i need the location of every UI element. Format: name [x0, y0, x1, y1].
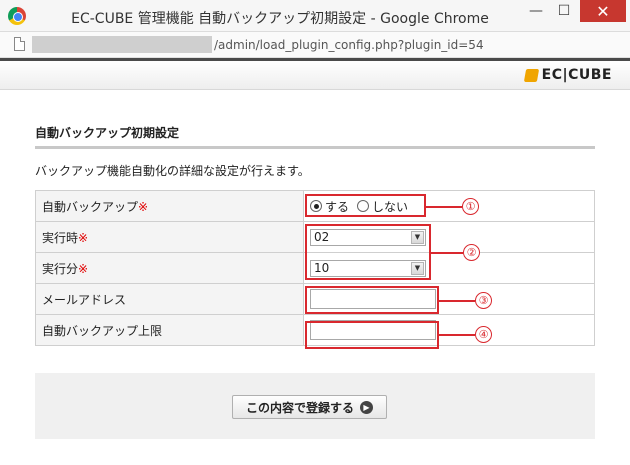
label-email: メールアドレス	[42, 292, 127, 307]
minute-select[interactable]: 10 ▼	[310, 259, 426, 277]
submit-button[interactable]: この内容で登録する ▶	[232, 395, 387, 419]
annotation-number-1: ①	[462, 198, 479, 215]
backup-limit-field[interactable]	[310, 320, 436, 340]
arrow-right-icon: ▶	[360, 400, 373, 414]
section-description: バックアップ機能自動化の詳細な設定が行えます。	[35, 164, 310, 178]
section-title: 自動バックアップ初期設定	[35, 126, 180, 140]
close-window-button[interactable]: ✕	[580, 0, 626, 22]
submit-button-label: この内容で登録する	[245, 400, 354, 415]
hour-field: 02 ▼	[303, 221, 595, 253]
ec-cube-logo: EC|CUBE	[523, 67, 612, 83]
table-row: 実行時※ 02 ▼	[35, 221, 595, 253]
table-row: 自動バックアップ※ する しない	[35, 190, 595, 222]
email-field-cell	[303, 283, 595, 315]
hour-select[interactable]: 02 ▼	[310, 228, 426, 246]
table-row: メールアドレス	[35, 283, 595, 315]
minute-select-value: 10	[314, 260, 330, 275]
url-redacted-host	[32, 36, 212, 53]
logo-text: EC|CUBE	[541, 67, 612, 83]
label-hour: 実行時	[42, 230, 79, 245]
annotation-number-3: ③	[475, 292, 492, 309]
annotation-line-2	[431, 252, 463, 254]
address-bar[interactable]: /admin/load_plugin_config.php?plugin_id=…	[0, 32, 630, 58]
radio-off[interactable]: しない	[357, 198, 408, 215]
annotation-number-4: ④	[475, 326, 492, 343]
chevron-down-icon[interactable]: ▼	[411, 230, 424, 244]
table-row: 自動バックアップ上限	[35, 314, 595, 346]
chevron-down-icon[interactable]: ▼	[411, 261, 424, 275]
label-minute: 実行分	[42, 261, 79, 276]
required-mark: ※	[138, 199, 149, 214]
limit-field-cell	[303, 314, 595, 346]
radio-off-dot[interactable]	[357, 200, 370, 212]
window-titlebar: EC-CUBE 管理機能 自動バックアップ初期設定 - Google Chrom…	[0, 0, 630, 32]
minimize-button[interactable]: —	[522, 0, 550, 22]
page-icon	[14, 37, 25, 51]
table-row: 実行分※ 10 ▼	[35, 252, 595, 284]
section-divider	[35, 146, 595, 149]
cube-logo-icon	[523, 68, 539, 82]
radio-off-label: しない	[372, 199, 409, 214]
row-label: 自動バックアップ※	[35, 190, 304, 222]
row-label: 実行分※	[35, 252, 304, 284]
row-label: 実行時※	[35, 221, 304, 253]
minute-field: 10 ▼	[303, 252, 595, 284]
window-title: EC-CUBE 管理機能 自動バックアップ初期設定 - Google Chrom…	[71, 11, 489, 27]
label-auto-backup: 自動バックアップ	[42, 199, 139, 214]
row-label: 自動バックアップ上限	[35, 314, 304, 346]
annotation-line-3	[439, 300, 475, 302]
radio-on-dot[interactable]	[310, 200, 322, 212]
form-footer: この内容で登録する ▶	[35, 373, 595, 439]
radio-on-label: する	[325, 199, 350, 214]
annotation-number-2: ②	[463, 244, 480, 261]
hour-select-value: 02	[314, 229, 330, 244]
annotation-line-1	[426, 206, 462, 208]
maximize-button[interactable]: ☐	[550, 0, 578, 22]
label-backup-limit: 自動バックアップ上限	[42, 323, 163, 338]
url-path[interactable]: /admin/load_plugin_config.php?plugin_id=…	[214, 38, 484, 52]
page-header: EC|CUBE	[0, 58, 630, 90]
row-label: メールアドレス	[35, 283, 304, 315]
settings-table: 自動バックアップ※ する しない 実行時※ 02 ▼ 実行分※ 10 ▼ メール…	[35, 190, 595, 346]
radio-on[interactable]: する	[310, 198, 349, 215]
required-mark: ※	[78, 230, 89, 245]
email-field[interactable]	[310, 289, 436, 309]
annotation-line-4	[439, 334, 475, 336]
required-mark: ※	[78, 261, 89, 276]
